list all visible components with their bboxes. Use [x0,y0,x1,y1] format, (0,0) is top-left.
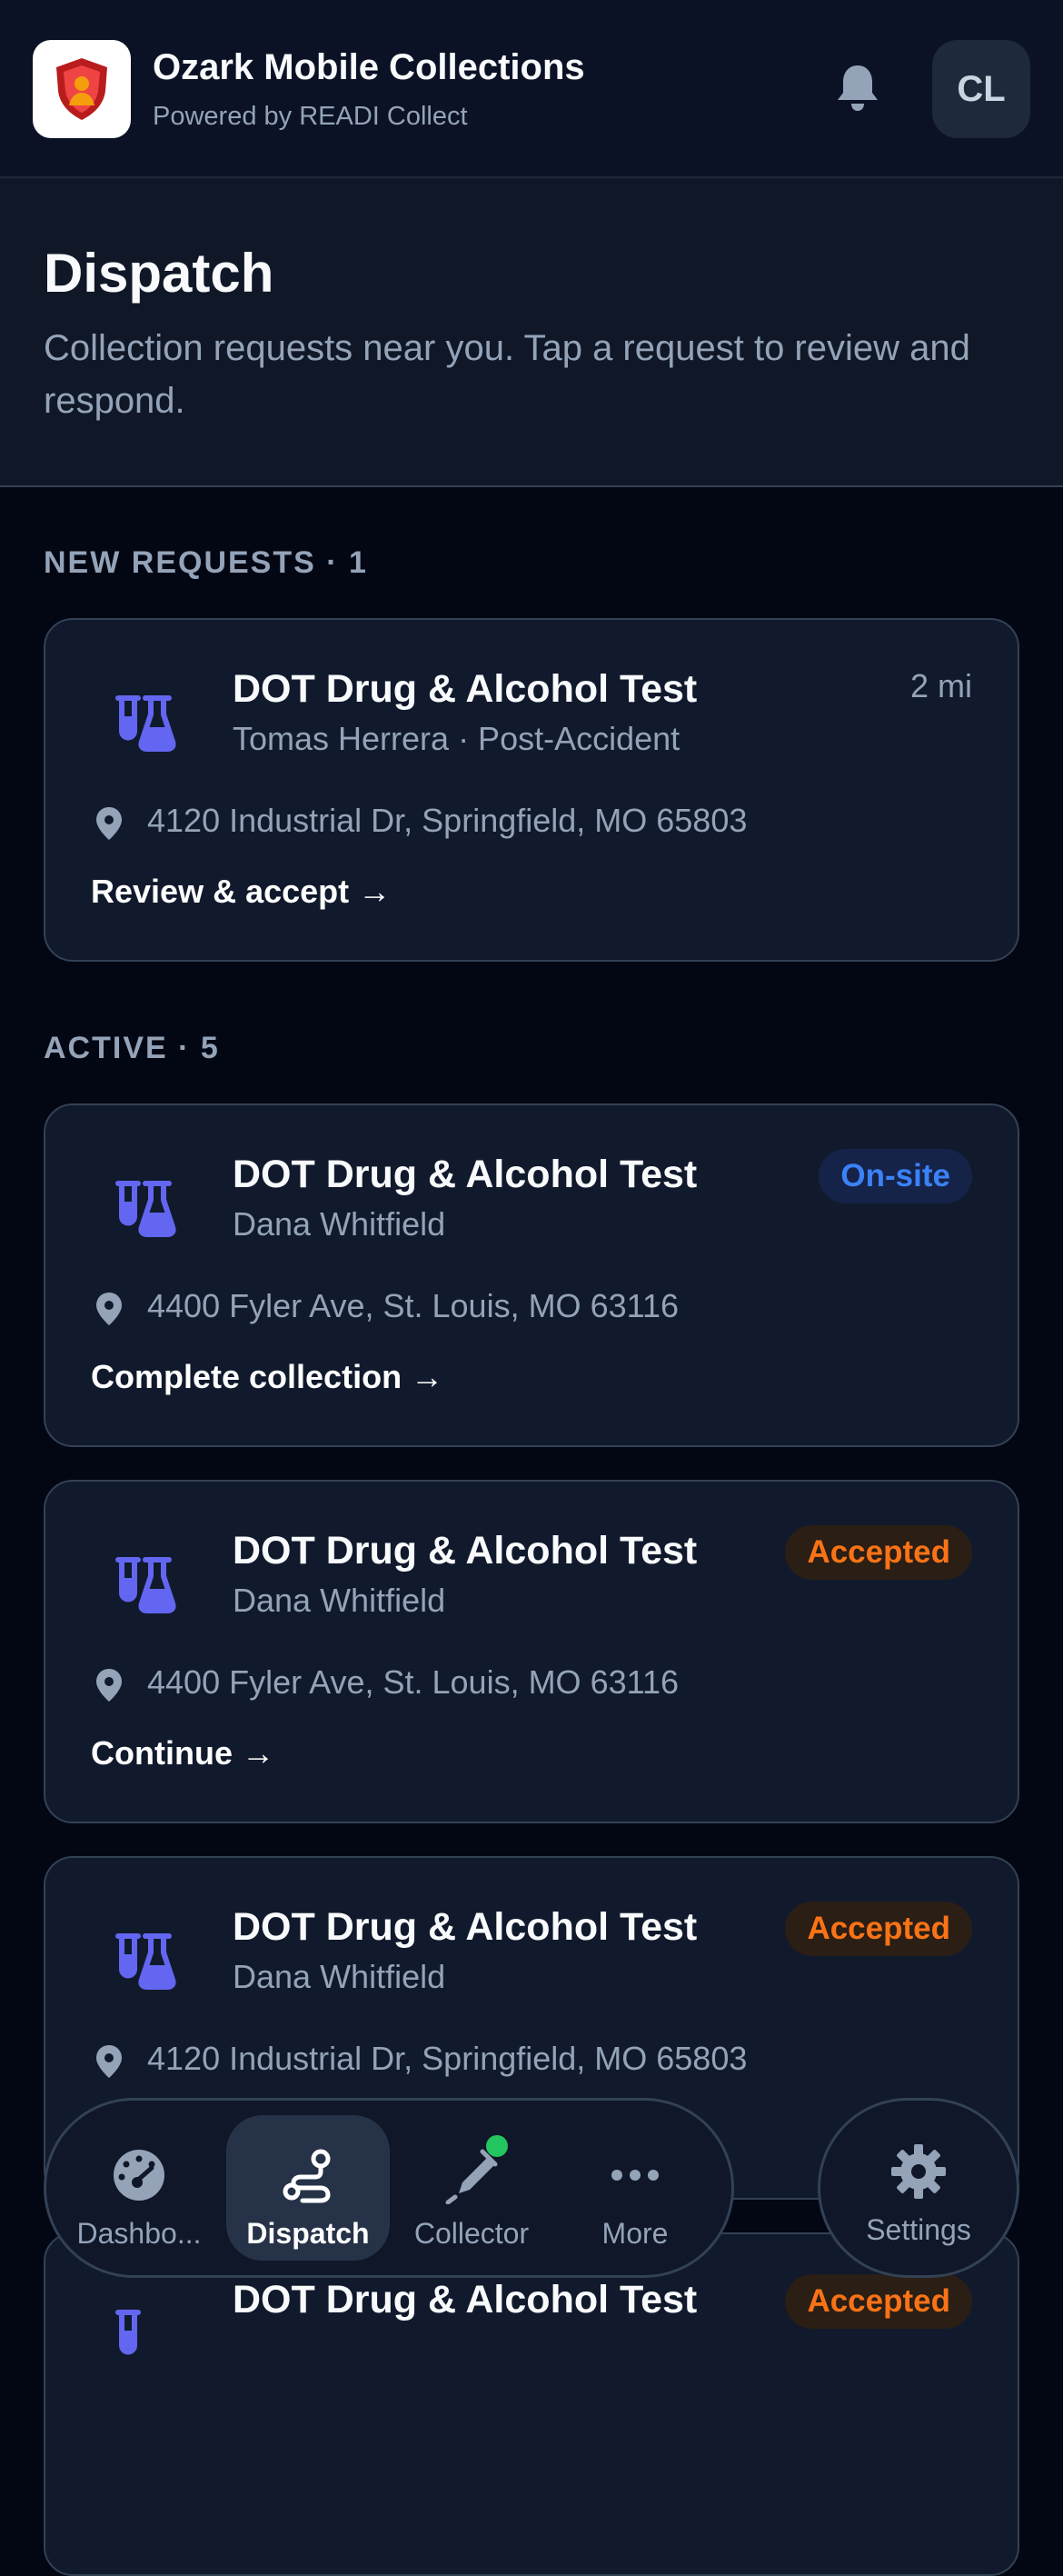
request-title: DOT Drug & Alcohol Test [233,2278,698,2321]
more-icon [611,2170,659,2181]
status-badge: Accepted [785,1525,972,1580]
flask-icon [115,2310,141,2355]
location-pin-icon [96,807,122,840]
route-icon [283,2149,331,2203]
request-card-active[interactable]: DOT Drug & Alcohol Test Dana Whitfield O… [44,1103,1019,1447]
location-pin-icon [96,2045,122,2078]
notifications-button[interactable] [829,58,887,116]
flask-icon [115,1181,176,1237]
status-badge: Accepted [785,1902,972,1956]
request-title: DOT Drug & Alcohol Test [233,1153,698,1196]
page-title: Dispatch [44,243,274,304]
page-description: Collection requests near you. Tap a requ… [44,328,970,421]
status-badge: Accepted [785,2274,972,2329]
request-address: 4120 Industrial Dr, Springfield, MO 6580… [147,802,748,839]
nav-label: More [601,2217,669,2250]
request-subtitle: Dana Whitfield [233,1958,446,1995]
location-pin-icon [96,1293,122,1325]
location-pin-icon [96,1669,122,1702]
app-subtitle: Powered by READI Collect [153,102,468,131]
nav-item-more[interactable]: More [553,2115,717,2261]
nav-item-dispatch[interactable]: Dispatch [226,2115,390,2261]
nav-label: Dashbo... [76,2217,202,2250]
bottom-nav: Dashbo... Dispatch Collector More [44,2098,734,2278]
gauge-icon [114,2150,164,2201]
nav-item-dashboard[interactable]: Dashbo... [57,2115,221,2261]
request-card-active[interactable]: DOT Drug & Alcohol Test Dana Whitfield A… [44,1480,1019,1823]
request-subtitle: Dana Whitfield [233,1205,446,1243]
status-badge: On-site [819,1149,972,1203]
nav-item-collector[interactable]: Collector [390,2115,553,2261]
request-title: DOT Drug & Alcohol Test [233,1529,698,1573]
collector-icon-wrap [442,2135,508,2205]
request-card-new[interactable]: DOT Drug & Alcohol Test Tomas Herrera · … [44,618,1019,962]
request-subtitle: Tomas Herrera · Post-Accident [233,720,681,757]
request-title: DOT Drug & Alcohol Test [233,1905,698,1949]
shield-logo-icon [56,58,107,120]
flask-icon [115,1933,176,1990]
online-status-dot [486,2135,508,2157]
bell-icon [838,65,878,111]
avatar[interactable]: CL [932,40,1030,138]
request-distance: 2 mi [909,667,972,704]
request-address: 4400 Fyler Ave, St. Louis, MO 63116 [147,1287,679,1324]
request-card-active[interactable]: DOT Drug & Alcohol Test Accepted [44,2232,1019,2576]
flask-icon [115,695,176,752]
nav-label: Dispatch [246,2217,370,2250]
complete-collection-link[interactable]: Complete collection → [91,1358,443,1396]
continue-link[interactable]: Continue → [91,1734,274,1772]
flask-icon [115,1557,176,1613]
settings-button[interactable]: Settings [818,2098,1019,2278]
active-label: ACTIVE · 5 [44,1031,220,1065]
app-header: Ozark Mobile Collections Powered by READ… [0,0,1063,178]
gear-icon [891,2144,946,2199]
settings-label: Settings [866,2213,971,2246]
request-subtitle: Dana Whitfield [233,1582,446,1619]
new-requests-label: NEW REQUESTS · 1 [44,545,368,580]
review-accept-link[interactable]: Review & accept → [91,873,391,911]
app-title: Ozark Mobile Collections [153,47,585,87]
app-logo [33,40,131,138]
request-address: 4400 Fyler Ave, St. Louis, MO 63116 [147,1663,679,1701]
request-title: DOT Drug & Alcohol Test [233,667,698,711]
request-address: 4120 Industrial Dr, Springfield, MO 6580… [147,2040,748,2077]
nav-label: Collector [413,2217,530,2250]
page-header: Dispatch Collection requests near you. T… [0,178,1063,487]
